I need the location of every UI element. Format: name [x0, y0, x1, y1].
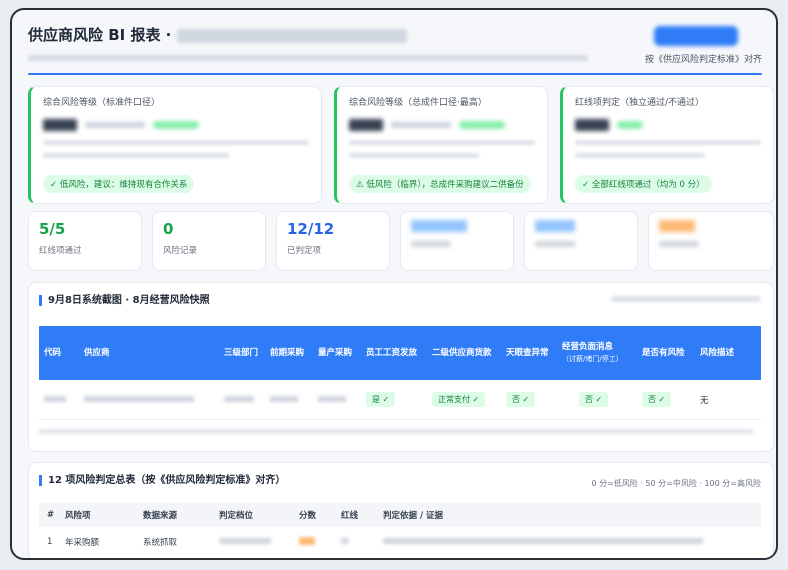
- redacted-cell: [79, 395, 219, 405]
- verdict-badge: ✓ 全部红线项通过（均为 0 分）: [575, 175, 712, 193]
- cell-wage: 是 ✓: [361, 392, 427, 407]
- row-number: 1: [47, 537, 53, 547]
- redacted-value: [411, 220, 467, 232]
- metric-redline-pass: 5/5 红线项通过: [28, 211, 142, 271]
- report-header: 供应商风险 BI 报表 · 按《供应风险判定标准》对齐: [28, 24, 762, 74]
- snapshot-table: 代码 供应商 三级部门 前期采购 量产采购 员工工资发放 二级供应商货款 天眼查…: [39, 326, 761, 420]
- cell-risk-desc: 无: [700, 395, 709, 406]
- status-badge: 否 ✓: [506, 392, 536, 407]
- column-header: 供应商: [84, 348, 110, 358]
- column-header: 数据来源: [143, 511, 178, 521]
- redacted-label: [659, 241, 699, 247]
- cell-supplier-payment: 正常支付 ✓: [427, 392, 501, 407]
- redacted-cell: [313, 395, 361, 405]
- column-header: 三级部门: [224, 348, 259, 358]
- column-header: 前期采购: [270, 348, 305, 358]
- snapshot-panel: 9月8日系统截图 · 8月经营风险快照 代码 供应商 三级部门 前期采购 量产采…: [28, 282, 774, 452]
- column-header: 分数: [299, 511, 317, 521]
- redacted-score: [299, 536, 341, 548]
- metric-risk-records: 0 风险记录: [152, 211, 266, 271]
- redacted-label: [411, 241, 451, 247]
- redacted-cell: [219, 537, 299, 547]
- metric-redacted-2: [524, 211, 638, 271]
- metric-redacted-1: [400, 211, 514, 271]
- header-divider: [28, 73, 762, 75]
- metric-value: 5/5: [39, 220, 66, 238]
- redacted-line: [43, 153, 230, 158]
- metric-value: 0: [163, 220, 174, 238]
- column-header: 天眼查异常: [506, 348, 549, 358]
- status-badge: 否 ✓: [579, 392, 609, 407]
- redacted-cell: [383, 537, 761, 547]
- table-header: 代码 供应商 三级部门 前期采购 量产采购 员工工资发放 二级供应商货款 天眼查…: [39, 326, 761, 380]
- cell-tianyancha: 否 ✓: [501, 392, 557, 407]
- redacted-footnote: [39, 429, 753, 434]
- page-title: 供应商风险 BI 报表 ·: [28, 24, 762, 45]
- column-header: 量产采购: [318, 348, 353, 358]
- redacted-verdict-value: [43, 118, 309, 132]
- redacted-panel-meta: [611, 296, 761, 302]
- cell-negative-news: 否 ✓: [557, 392, 637, 407]
- verdict-badge: ✓ 低风险，建议：维持现有合作关系: [43, 175, 195, 193]
- verdict-card-assembly: 综合风险等级（总成件口径·最高） ⚠ 低风险（临界），总成件采购建议二供备份: [334, 86, 548, 204]
- verdict-card-standard: 综合风险等级（标准件口径） ✓ 低风险，建议：维持现有合作关系: [28, 86, 322, 204]
- summary-title: 12 项风险判定总表（按《供应风险判定标准》对齐）: [39, 475, 285, 486]
- status-badge: 正常支付 ✓: [432, 392, 486, 407]
- column-header: #: [47, 510, 55, 520]
- redacted-verdict-value: [349, 118, 535, 132]
- column-header: 员工工资发放: [366, 348, 418, 358]
- metric-label: 风险记录: [163, 246, 198, 256]
- redacted-cell: [341, 537, 383, 547]
- metric-label: 红线项通过: [39, 246, 82, 256]
- status-badge: 否 ✓: [642, 392, 672, 407]
- redacted-cell: [219, 395, 265, 405]
- redacted-cell: [39, 395, 79, 405]
- metric-redacted-3: [648, 211, 774, 271]
- align-note: 按《供应风险判定标准》对齐: [644, 55, 762, 65]
- redacted-subtitle: [28, 55, 588, 61]
- metric-label: 已判定项: [287, 246, 322, 256]
- column-header: 是否有风险: [642, 348, 685, 358]
- column-header: 风险项: [65, 511, 91, 521]
- metric-judged-items: 12/12 已判定项: [276, 211, 390, 271]
- snapshot-title: 9月8日系统截图 · 8月经营风险快照: [39, 295, 210, 306]
- verdict-card-redline: 红线项判定（独立通过/不通过） ✓ 全部红线项通过（均为 0 分）: [560, 86, 774, 204]
- column-header-label: 经营负面消息: [562, 342, 614, 352]
- risk-item: 年采购额: [65, 538, 100, 548]
- column-header: 判定依据 / 证据: [383, 511, 444, 521]
- table-row: 1 年采购额 系统抓取: [39, 529, 761, 555]
- score-legend: 0 分=低风险 · 50 分=中风险 · 100 分=高风险: [591, 479, 761, 488]
- verdict-title: 综合风险等级（总成件口径·最高）: [349, 98, 487, 108]
- column-header: 二级供应商货款: [432, 348, 492, 358]
- cell-has-risk: 否 ✓: [637, 392, 695, 407]
- redacted-line: [349, 153, 480, 158]
- redacted-line: [349, 140, 535, 145]
- redacted-label: [535, 241, 575, 247]
- metric-value: 12/12: [287, 220, 335, 238]
- table-header: # 风险项 数据来源 判定档位 分数 红线 判定依据 / 证据: [39, 503, 761, 527]
- verdict-title: 综合风险等级（标准件口径）: [43, 98, 161, 108]
- redacted-value: [535, 220, 575, 232]
- redacted-verdict-value: [575, 118, 761, 132]
- column-header-sub: （讨薪/堵门/停工）: [562, 355, 623, 363]
- summary-panel: 12 项风险判定总表（按《供应风险判定标准》对齐） 0 分=低风险 · 50 分…: [28, 462, 774, 558]
- verdict-title: 红线项判定（独立通过/不通过）: [575, 98, 705, 108]
- redacted-line: [43, 140, 309, 145]
- header-action-button[interactable]: [654, 26, 738, 46]
- column-header: 红线: [341, 511, 359, 521]
- redacted-value: [659, 220, 695, 232]
- column-header: 判定档位: [219, 511, 254, 521]
- column-header: 风险描述: [700, 348, 735, 358]
- column-header: 代码: [44, 348, 62, 358]
- table-row: 是 ✓ 正常支付 ✓ 否 ✓ 否 ✓ 否 ✓ 无: [39, 380, 761, 420]
- report-window: 供应商风险 BI 报表 · 按《供应风险判定标准》对齐 综合风险等级（标准件口径…: [10, 8, 778, 560]
- redacted-line: [575, 140, 761, 145]
- verdict-badge: ⚠ 低风险（临界），总成件采购建议二供备份: [349, 175, 531, 193]
- column-header: 经营负面消息 （讨薪/堵门/停工）: [557, 326, 637, 380]
- data-source: 系统抓取: [143, 538, 178, 548]
- status-badge: 是 ✓: [366, 392, 396, 407]
- redacted-line: [575, 153, 706, 158]
- redacted-company-name: [177, 28, 408, 43]
- redacted-cell: [265, 395, 313, 405]
